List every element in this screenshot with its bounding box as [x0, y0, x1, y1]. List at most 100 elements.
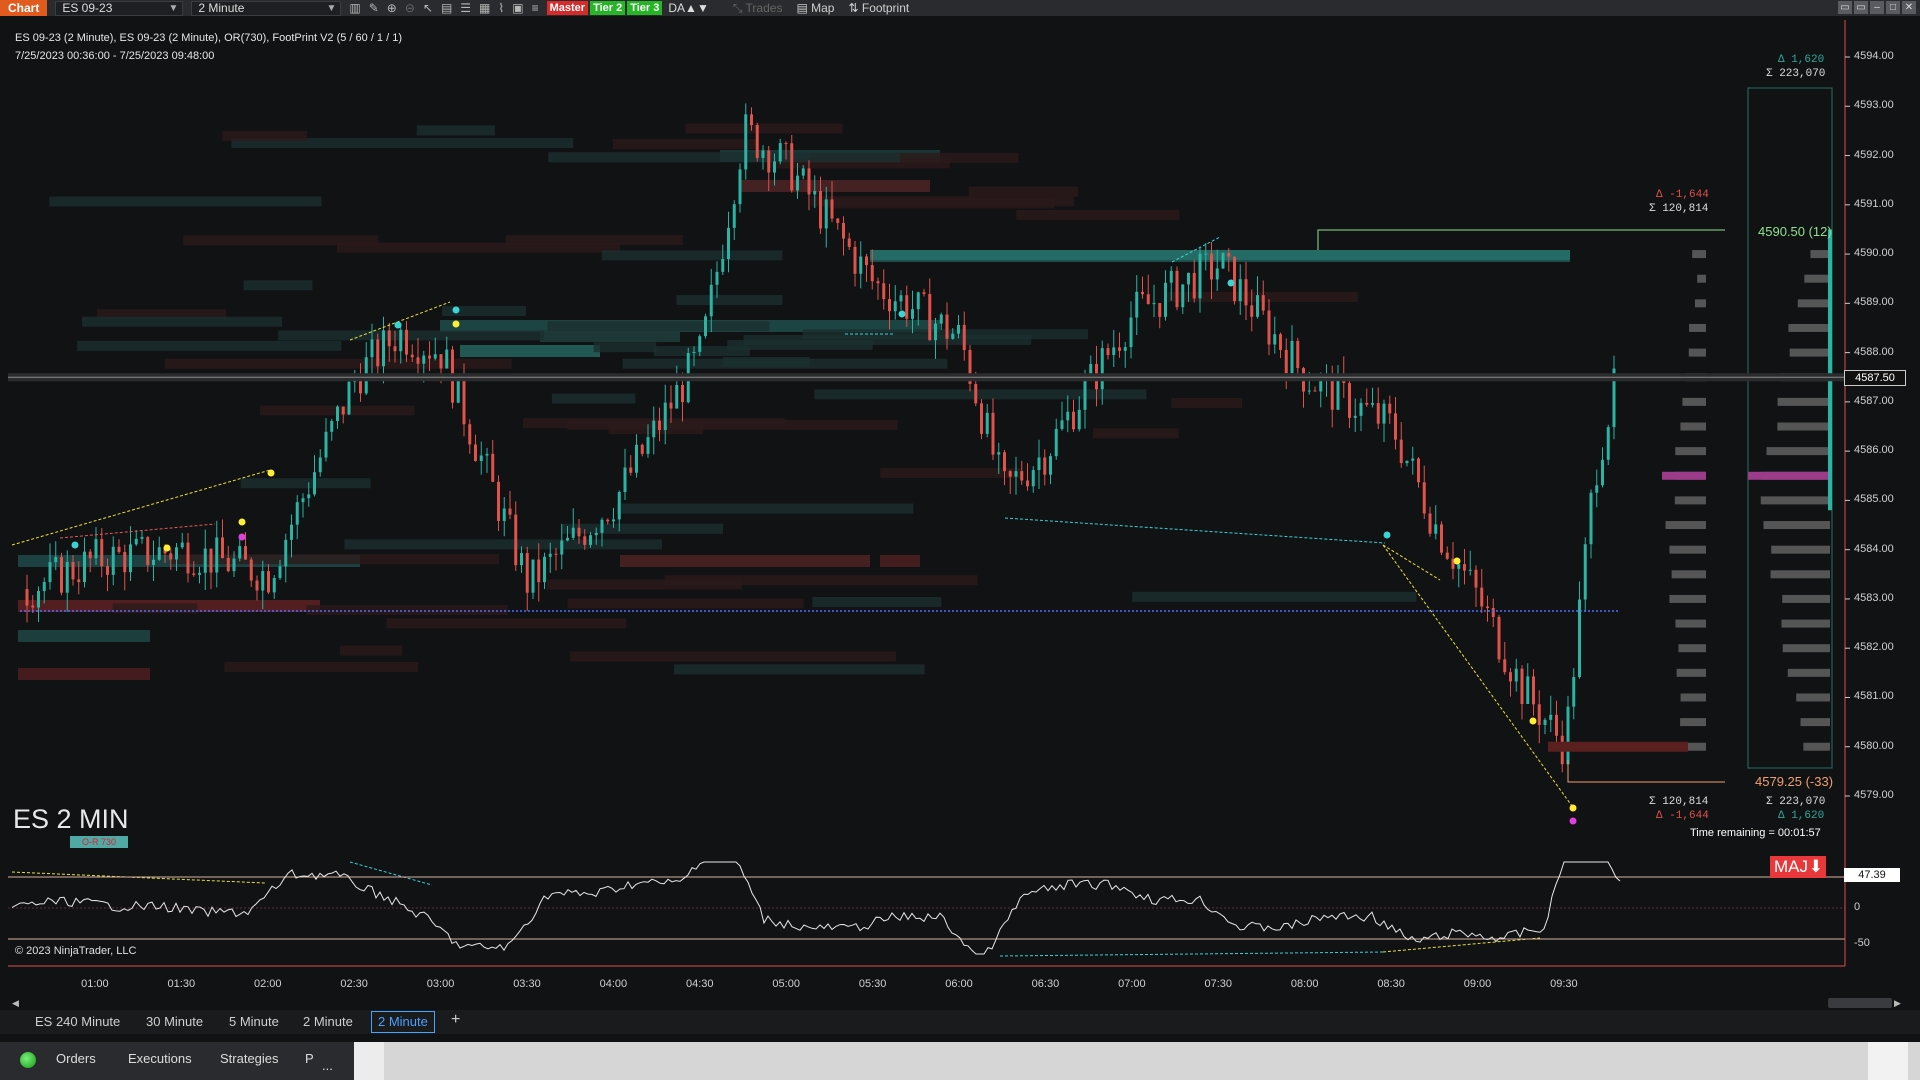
tab-5-minute[interactable]: 5 Minute	[229, 1014, 279, 1029]
zoom-in-icon[interactable]: ⊕	[387, 1, 397, 15]
candle-body	[382, 330, 385, 367]
strategies-tab[interactable]: Strategies	[220, 1051, 279, 1066]
candle-body	[1204, 253, 1208, 255]
chart-tab-strip: ◀ ES 240 Minute 30 Minute 5 Minute 2 Min…	[0, 998, 1920, 1034]
volume-band	[570, 651, 896, 662]
signal-dot	[394, 321, 402, 329]
candle-body	[71, 561, 75, 580]
candle-body	[1543, 719, 1547, 725]
arrow-down-icon: ⬇	[1808, 857, 1823, 876]
tile-icon[interactable]: ▭	[1838, 1, 1852, 14]
candle-body	[824, 199, 828, 229]
price-tick: 4580.00	[1854, 739, 1894, 752]
candle-body	[123, 552, 127, 573]
candle-body	[301, 498, 305, 503]
profile-bar	[1669, 545, 1706, 554]
candle-body	[876, 281, 880, 284]
candle-body	[1532, 676, 1535, 705]
candle-body	[336, 406, 339, 421]
positions-tab[interactable]: P	[305, 1051, 314, 1066]
footprint-button[interactable]: ⇅ Footprint	[848, 1, 909, 15]
map-button[interactable]: ▤ Map	[796, 1, 834, 15]
profile-bar	[1803, 742, 1830, 751]
candle-body	[830, 199, 834, 219]
candle-body	[209, 548, 213, 573]
instrument-selector[interactable]: ES 09-23 ▼	[55, 0, 184, 16]
candle-body	[922, 292, 926, 295]
tile-icon[interactable]: ▭	[1854, 1, 1868, 14]
signal-dot	[163, 544, 171, 552]
volume-band	[243, 280, 313, 291]
trades-icon: ⤡	[732, 0, 746, 15]
templates-icon[interactable]: ▣	[512, 1, 523, 15]
candle-body	[215, 537, 219, 573]
trades-button[interactable]: ⤡ Trades	[733, 1, 783, 16]
horizontal-scrollbar[interactable]	[1828, 998, 1892, 1008]
price-chart[interactable]	[0, 16, 1920, 1006]
candle-body	[1118, 347, 1121, 351]
candle-body	[31, 605, 35, 608]
properties-icon[interactable]: ☰	[460, 1, 471, 15]
candle-body	[957, 324, 960, 334]
price-tick: 4593.00	[1854, 99, 1894, 112]
candle-body	[755, 125, 759, 158]
candle-body	[571, 527, 575, 538]
orders-tab[interactable]: Orders	[56, 1051, 96, 1066]
master-badge[interactable]: Master	[546, 1, 589, 15]
executions-tab[interactable]: Executions	[128, 1051, 192, 1066]
tier3-badge[interactable]: Tier 3	[627, 1, 663, 15]
maximize-icon[interactable]: □	[1886, 1, 1900, 14]
bottom-sigma-left: Σ 120,814	[1649, 796, 1709, 808]
candle-body	[25, 589, 29, 606]
draw-icon[interactable]: ✎	[369, 1, 379, 15]
candle-body	[1175, 270, 1179, 308]
candle-body	[819, 191, 822, 229]
bar-type-icon[interactable]: ▥	[349, 1, 360, 15]
volume-band	[18, 630, 150, 642]
candle-body	[157, 547, 161, 560]
candle-body	[911, 309, 914, 319]
more-tabs-icon[interactable]: ...	[322, 1058, 333, 1073]
scroll-left-icon[interactable]: ◀	[12, 998, 19, 1009]
candle-body	[387, 330, 391, 347]
candle-body	[1146, 294, 1150, 305]
interval-value: 2 Minute	[198, 0, 245, 15]
profile-bar	[1676, 668, 1706, 677]
cursor-icon[interactable]: ↖	[423, 1, 433, 15]
minimize-icon[interactable]: –	[1870, 1, 1884, 14]
tab-es-240-minute[interactable]: ES 240 Minute	[35, 1014, 120, 1029]
poc-band	[870, 250, 1570, 260]
candle-body	[1307, 390, 1311, 392]
tier2-badge[interactable]: Tier 2	[590, 1, 626, 15]
zoom-out-icon[interactable]: ⊖	[405, 1, 415, 15]
candle-body	[479, 455, 483, 462]
close-icon[interactable]: ✕	[1902, 1, 1916, 14]
list-icon[interactable]: ≡	[532, 1, 539, 15]
candle-body	[508, 508, 512, 515]
indicators-icon[interactable]: ▦	[479, 1, 490, 15]
profile-bar	[1763, 521, 1830, 530]
candle-body	[330, 420, 334, 432]
da-toggle[interactable]: DA▲▼	[668, 1, 708, 15]
candle-body	[1123, 347, 1127, 351]
profile-bar	[1789, 348, 1830, 357]
tab-2-minute[interactable]: 2 Minute	[303, 1014, 353, 1029]
volume-band	[77, 340, 342, 351]
add-tab-icon[interactable]: +	[451, 1011, 460, 1029]
candle-body	[916, 292, 920, 310]
scroll-right-icon[interactable]: ▶	[1894, 998, 1901, 1009]
candle-body	[698, 336, 702, 352]
strategies-icon[interactable]: ⌇	[498, 1, 504, 15]
signal-dot	[1569, 817, 1577, 825]
tab-2-minute-active[interactable]: 2 Minute	[371, 1011, 435, 1033]
data-box-icon[interactable]: ▤	[441, 1, 452, 15]
candle-body	[899, 295, 903, 302]
tab-30-minute[interactable]: 30 Minute	[146, 1014, 203, 1029]
candle-body	[1152, 303, 1156, 305]
candle-body	[94, 539, 98, 559]
interval-selector[interactable]: 2 Minute ▼	[191, 0, 342, 16]
chart-window-tab[interactable]: Chart	[0, 0, 48, 16]
candle-body	[502, 508, 506, 521]
candle-body	[600, 519, 604, 533]
candle-body	[221, 537, 224, 558]
